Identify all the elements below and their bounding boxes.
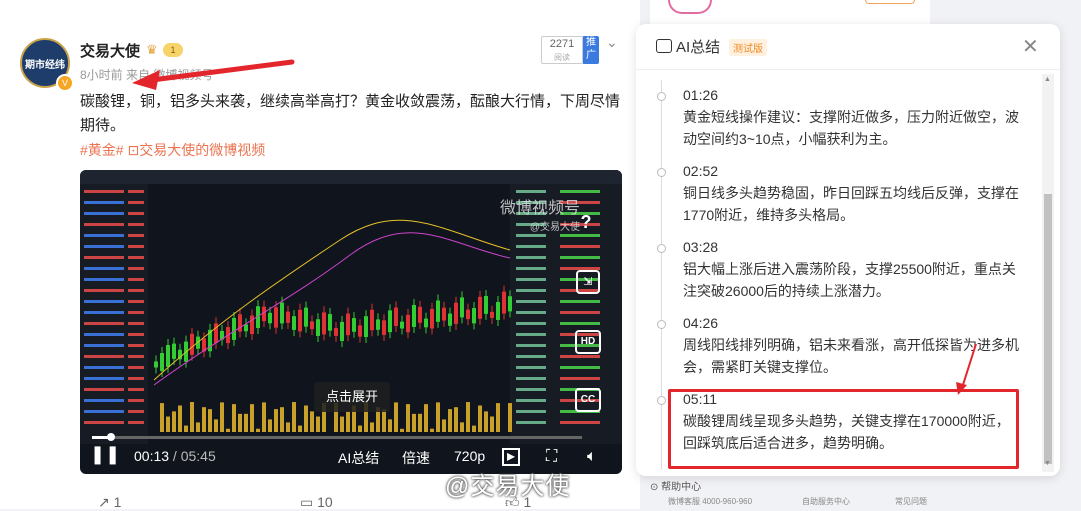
cc-icon[interactable]: CC [575,388,601,412]
beta-badge: 测试版 [729,39,767,56]
overlay-watermark: @交易大使 [445,466,570,501]
screen-cast-icon[interactable]: ▸ [502,448,520,466]
summary-time[interactable]: 04:26 [683,315,718,331]
right-panel-top [650,0,930,24]
summary-text: 铜日线多头趋势稳固，昨日回踩五均线后反弹，支撑在1770附近，维持多头格局。 [683,182,1023,226]
timeline-dot [657,244,666,253]
expand-button[interactable]: 点击展开 [314,382,390,412]
chat-bubble-icon [656,39,672,53]
speed-button[interactable]: 倍速 [402,448,430,468]
summary-time[interactable]: 02:52 [683,163,718,179]
timeline-dot [657,320,666,329]
pink-card-edge [668,0,712,14]
help-icon[interactable]: ? [572,208,600,236]
post-tags[interactable]: #黄金# ⊡交易大使的微博视频 [80,140,265,160]
pause-icon[interactable]: ❚❚ [90,444,120,465]
close-icon[interactable]: ✕ [1022,34,1039,59]
ai-panel-title: AI总结 [656,36,720,57]
chevron-down-icon[interactable]: ⌄ [606,34,618,51]
self-service-link[interactable]: 自助服务中心 [802,496,850,507]
read-count-box: 2271 阅读 [541,36,583,64]
orange-button-edge [865,0,915,4]
promote-button[interactable]: 推广 [583,36,599,64]
share-action[interactable]: ↗ 1 [98,494,121,511]
summary-text: 黄金短线操作建议：支撑附近做多，压力附近做空，波动空间约3~10点，小幅获利为主… [683,106,1023,150]
timeline-dot [657,168,666,177]
time-display: 00:13 / 05:45 [134,448,216,464]
summary-time[interactable]: 01:26 [683,87,718,103]
video-watermark: 微博视频号@交易大使 [500,194,580,233]
annotation-arrow [950,340,990,400]
avatar-text: 期市经纬 [25,56,65,71]
verified-badge-icon: V [56,74,74,92]
ai-summary-button[interactable]: AI总结 [338,448,379,468]
scroll-down-icon[interactable]: ▼ [1044,460,1051,467]
panel-divider [636,69,1060,70]
fullscreen-icon[interactable]: ⛶ [546,448,557,466]
share-icon: ↗ [98,494,110,510]
post-text: 碳酸锂，铜，铝多头来袭，继续高举高打？黄金收敛震荡，酝酿大行情，下周尽情期待。 [80,90,625,138]
faq-link[interactable]: 常见问题 [895,496,927,507]
hd-icon[interactable]: HD [575,330,601,354]
quality-button[interactable]: 720p [454,448,485,464]
progress-handle[interactable] [107,433,115,441]
help-icon: ⊙ [650,482,661,493]
volume-icon[interactable]: 🔈︎ [587,448,597,466]
video-progress-bar[interactable] [92,436,582,439]
read-count: 2271 [550,38,574,50]
timeline-dot [657,92,666,101]
summary-time[interactable]: 03:28 [683,239,718,255]
timeline-line [661,80,662,470]
timeline-dot [657,396,666,405]
highlight-annotation-box [668,389,1019,469]
help-center-link[interactable]: ⊙ 帮助中心 [650,478,701,493]
hotline-text: 微博客服 4000-960-960 [668,496,752,507]
scrollbar-thumb[interactable] [1044,194,1052,464]
summary-text: 铝大幅上涨后进入震荡阶段，支撑25500附近，重点关注突破26000后的持续上涨… [683,258,1023,302]
picture-in-picture-icon[interactable]: ⇲ [576,270,600,294]
panel-scrollbar[interactable]: ▲ ▼ [1042,74,1054,472]
read-label: 阅读 [542,51,582,64]
video-player[interactable]: 微博视频号@交易大使 ? ⇲ HD CC 点击展开 ❚❚ 00:13 / 05:… [80,170,622,474]
comment-icon: ▭ [300,494,313,510]
comment-action[interactable]: ▭ 10 [300,494,333,511]
scroll-up-icon[interactable]: ▲ [1044,76,1051,83]
